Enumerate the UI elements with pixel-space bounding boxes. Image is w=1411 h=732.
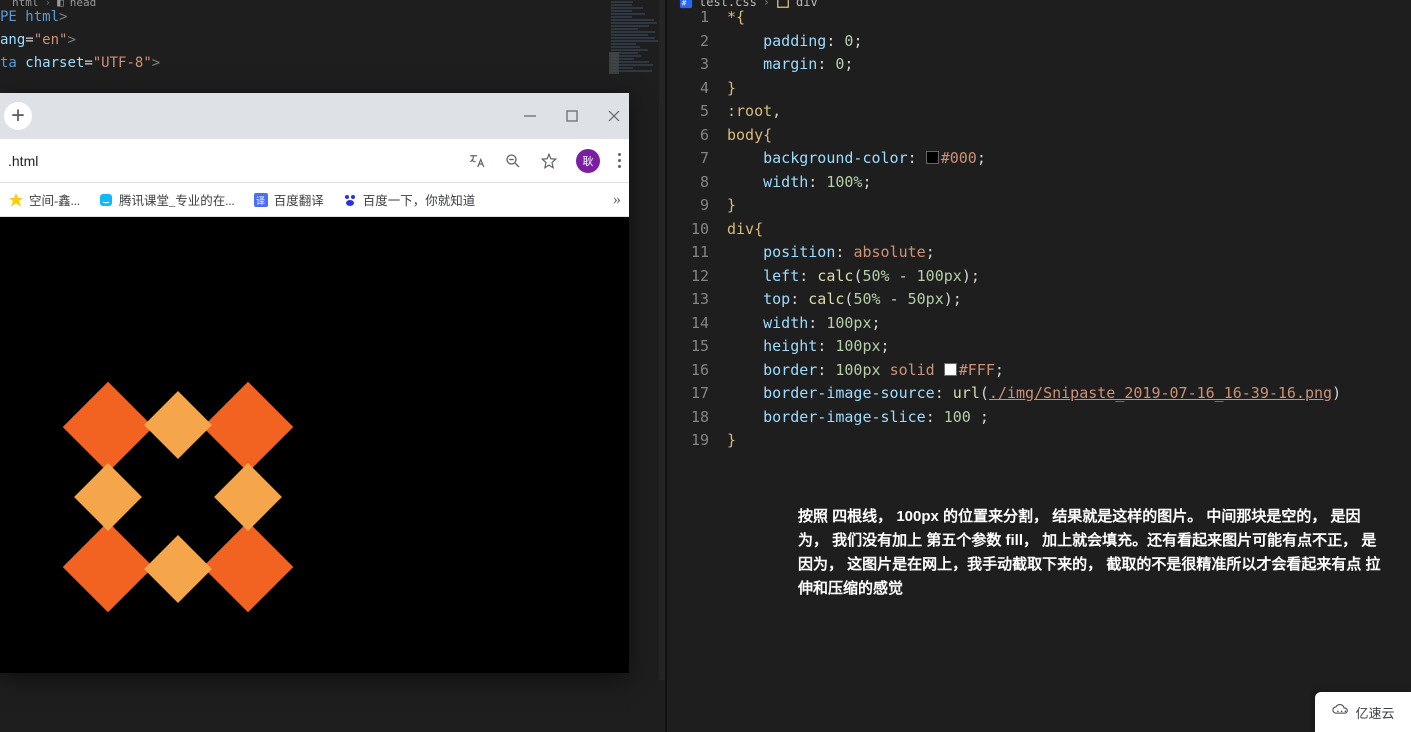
bookmark-label: 百度翻译 bbox=[274, 190, 324, 209]
code-line[interactable]: border-image-slice: 100 ; bbox=[727, 406, 1411, 430]
baidu-icon bbox=[342, 192, 358, 208]
titlebar[interactable]: + bbox=[0, 93, 629, 139]
bookmark-item[interactable]: 空间-鑫... bbox=[8, 190, 80, 209]
right-editor-pane: # test.css › div 12345678910111213141516… bbox=[667, 0, 1411, 732]
code-line[interactable]: background-color: #000; bbox=[727, 147, 1411, 171]
zoom-out-icon[interactable] bbox=[504, 152, 522, 170]
new-tab-button[interactable]: + bbox=[4, 102, 32, 130]
diamond-corner bbox=[63, 382, 154, 473]
line-number: 15 bbox=[667, 335, 709, 359]
bookmark-item[interactable]: 百度一下，你就知道 bbox=[342, 190, 476, 209]
breadcrumb-item[interactable]: head bbox=[70, 0, 97, 9]
diamond-corner bbox=[203, 382, 294, 473]
translate-icon[interactable] bbox=[468, 152, 486, 170]
line-number: 1 bbox=[667, 6, 709, 30]
bookmark-item[interactable]: 译百度翻译 bbox=[253, 190, 324, 209]
color-swatch-icon[interactable] bbox=[926, 151, 939, 164]
code-line[interactable]: top: calc(50% - 50px); bbox=[727, 288, 1411, 312]
browser-window: + .html 耿 空间-鑫... 腾讯课堂_专业的在... 译百度翻译 百度一下，你… bbox=[0, 93, 629, 673]
line-number: 8 bbox=[667, 171, 709, 195]
line-number: 7 bbox=[667, 147, 709, 171]
line-number: 19 bbox=[667, 429, 709, 453]
omnibox[interactable]: .html bbox=[4, 153, 468, 169]
line-number: 18 bbox=[667, 406, 709, 430]
tencent-icon bbox=[98, 192, 114, 208]
color-swatch-icon[interactable] bbox=[944, 363, 957, 376]
code-area-right[interactable]: 12345678910111213141516171819 *{ padding… bbox=[667, 4, 1411, 453]
scrollbar[interactable] bbox=[1397, 4, 1411, 724]
line-number: 10 bbox=[667, 218, 709, 242]
bookmark-label: 腾讯课堂_专业的在... bbox=[119, 190, 235, 209]
browser-toolbar: .html 耿 bbox=[0, 139, 629, 183]
line-number: 2 bbox=[667, 30, 709, 54]
code-line[interactable]: :root, bbox=[727, 100, 1411, 124]
code-line[interactable]: } bbox=[727, 77, 1411, 101]
code-line[interactable]: padding: 0; bbox=[727, 30, 1411, 54]
diamond-edge bbox=[144, 391, 212, 459]
line-number: 13 bbox=[667, 288, 709, 312]
bookmark-item[interactable]: 腾讯课堂_专业的在... bbox=[98, 190, 235, 209]
line-number: 11 bbox=[667, 241, 709, 265]
code-line[interactable]: ta charset="UTF-8"> bbox=[0, 52, 665, 75]
svg-text:译: 译 bbox=[256, 196, 265, 206]
line-number: 4 bbox=[667, 77, 709, 101]
code-line[interactable]: ang="en"> bbox=[0, 29, 665, 52]
code-line[interactable]: *{ bbox=[727, 6, 1411, 30]
star-icon[interactable] bbox=[540, 152, 558, 170]
line-number: 3 bbox=[667, 53, 709, 77]
code-line[interactable]: border-image-source: url(./img/Snipaste_… bbox=[727, 382, 1411, 406]
diamond-edge bbox=[144, 535, 212, 603]
line-number: 12 bbox=[667, 265, 709, 289]
code-line[interactable]: height: 100px; bbox=[727, 335, 1411, 359]
watermark-text: 亿速云 bbox=[1355, 703, 1394, 722]
profile-avatar[interactable]: 耿 bbox=[576, 149, 600, 173]
bookmark-label: 百度一下，你就知道 bbox=[363, 190, 476, 209]
diamond-corner bbox=[63, 522, 154, 613]
code-area-left[interactable]: PE html>ang="en">ta charset="UTF-8"> bbox=[0, 4, 665, 75]
kebab-menu-icon[interactable] bbox=[618, 153, 621, 168]
qzone-icon bbox=[8, 192, 24, 208]
code-line[interactable]: } bbox=[727, 194, 1411, 218]
line-number-gutter: 12345678910111213141516171819 bbox=[667, 6, 727, 453]
diamond-edge bbox=[74, 463, 142, 531]
diamond-edge bbox=[214, 463, 282, 531]
maximize-icon[interactable] bbox=[565, 109, 579, 123]
code-line[interactable]: div{ bbox=[727, 218, 1411, 242]
code-line[interactable]: width: 100%; bbox=[727, 171, 1411, 195]
code-line[interactable]: } bbox=[727, 429, 1411, 453]
page-viewport bbox=[0, 217, 629, 673]
bookmark-label: 空间-鑫... bbox=[29, 190, 80, 209]
line-number: 17 bbox=[667, 382, 709, 406]
code-line[interactable]: left: calc(50% - 100px); bbox=[727, 265, 1411, 289]
diamond-corner bbox=[203, 522, 294, 613]
line-number: 6 bbox=[667, 124, 709, 148]
line-number: 5 bbox=[667, 100, 709, 124]
code-line[interactable]: position: absolute; bbox=[727, 241, 1411, 265]
watermark-badge[interactable]: 亿速云 bbox=[1315, 692, 1411, 732]
cloud-icon bbox=[1331, 703, 1351, 721]
baidu-translate-icon: 译 bbox=[253, 192, 269, 208]
explanation-text: 按照 四根线， 100px 的位置来分割， 结果就是这样的图片。 中间那块是空的… bbox=[798, 505, 1381, 601]
line-number: 9 bbox=[667, 194, 709, 218]
bookmarks-bar: 空间-鑫... 腾讯课堂_专业的在... 译百度翻译 百度一下，你就知道 » bbox=[0, 183, 629, 217]
code-line[interactable]: PE html> bbox=[0, 6, 665, 29]
minimize-icon[interactable] bbox=[523, 109, 537, 123]
line-number: 14 bbox=[667, 312, 709, 336]
code-line[interactable]: width: 100px; bbox=[727, 312, 1411, 336]
code-line[interactable]: border: 100px solid #FFF; bbox=[727, 359, 1411, 383]
code-line[interactable]: body{ bbox=[727, 124, 1411, 148]
close-icon[interactable] bbox=[607, 109, 621, 123]
bookmarks-overflow-button[interactable]: » bbox=[613, 191, 621, 209]
code-line[interactable]: margin: 0; bbox=[727, 53, 1411, 77]
line-number: 16 bbox=[667, 359, 709, 383]
border-image-demo bbox=[78, 397, 278, 597]
